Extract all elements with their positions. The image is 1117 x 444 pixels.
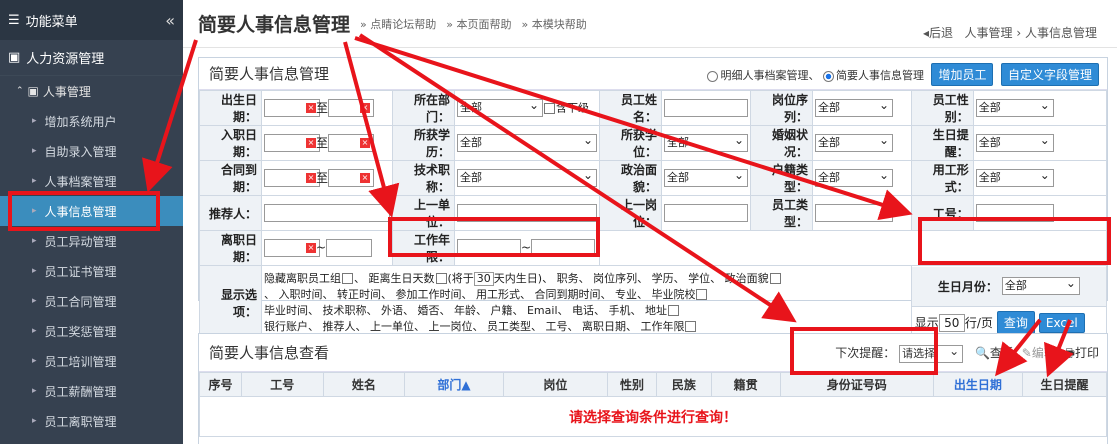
arrow — [142, 39, 198, 193]
arrow — [358, 33, 797, 323]
arrow — [354, 36, 913, 221]
arrow — [995, 318, 1042, 377]
annotation-arrows — [142, 33, 1074, 378]
arrow — [1044, 319, 1074, 378]
arrow — [343, 41, 400, 218]
